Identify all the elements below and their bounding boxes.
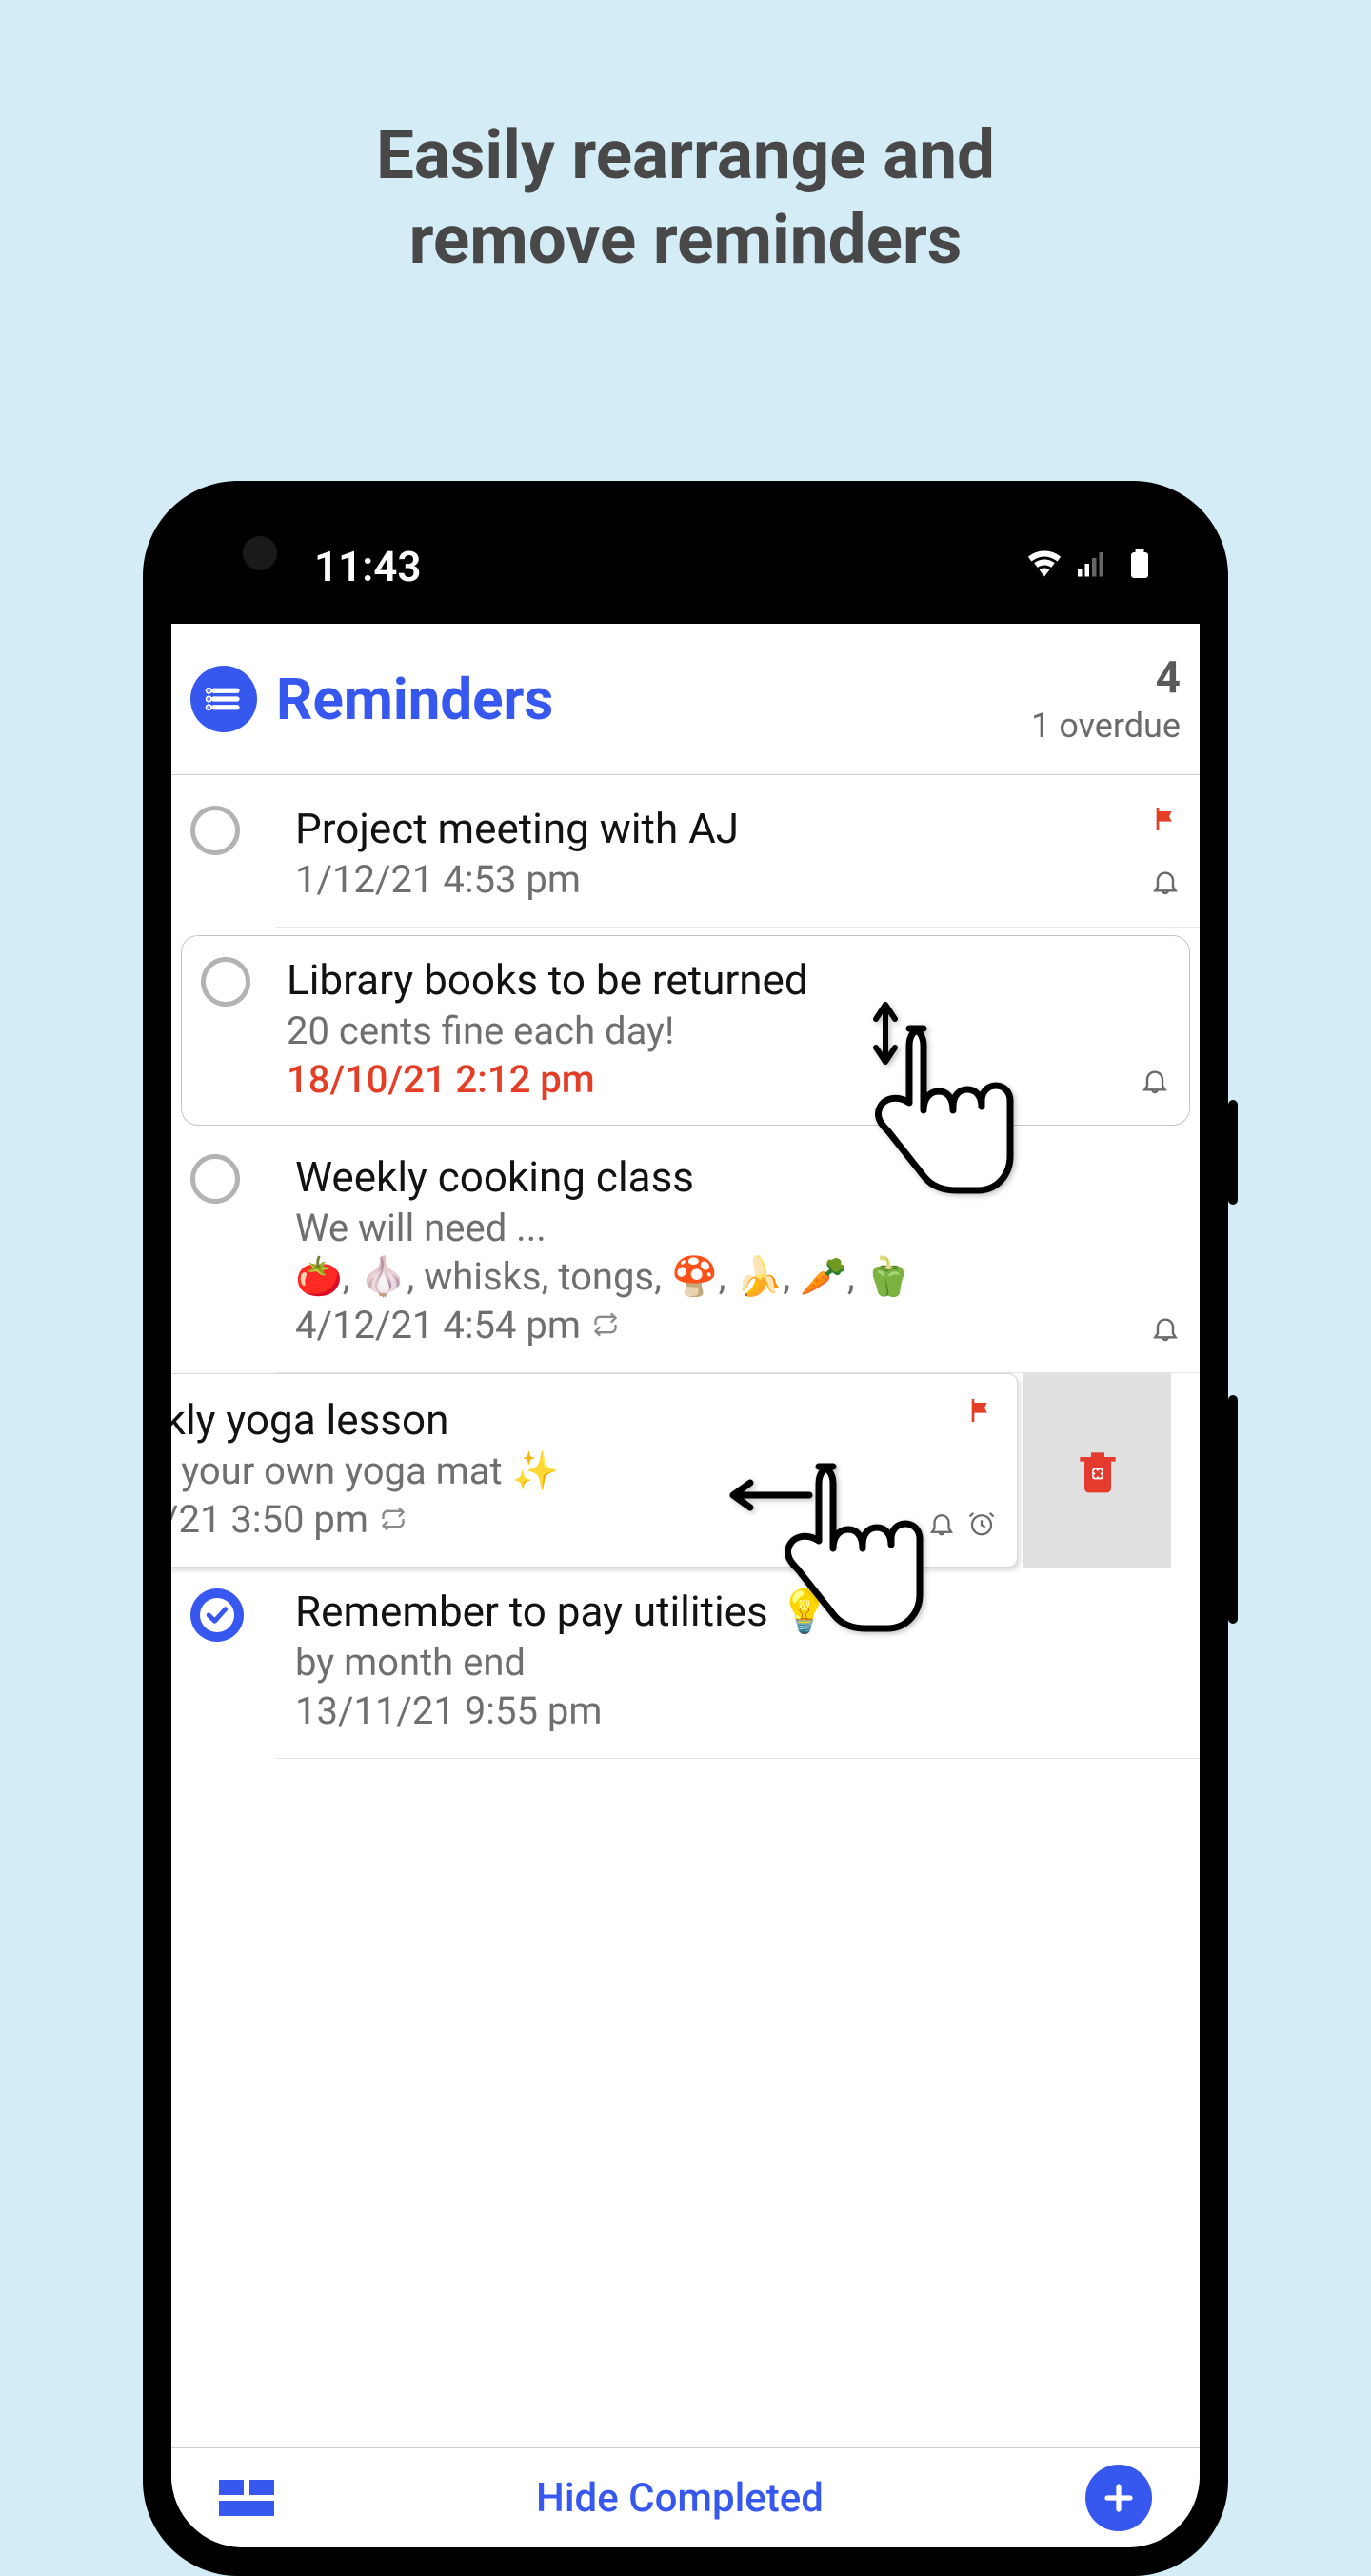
- repeat-icon: [380, 1497, 407, 1542]
- reminder-subtitle: by month end: [295, 1640, 1181, 1685]
- repeat-icon: [592, 1303, 619, 1348]
- reminder-date: 1/12/21 4:53 pm: [295, 857, 1181, 902]
- reminder-title: Project meeting with AJ: [295, 804, 1181, 853]
- phone-camera: [243, 536, 277, 570]
- bell-icon: [1150, 1313, 1181, 1348]
- reminder-title: Weekly cooking class: [295, 1152, 1181, 1202]
- overdue-count: 1 overdue: [1031, 706, 1181, 746]
- reminder-date: 4/12/21 4:54 pm: [295, 1303, 1181, 1348]
- bell-icon: [927, 1509, 956, 1542]
- add-button[interactable]: [1085, 2465, 1152, 2531]
- reminder-date: 18/10/21 2:12 pm: [287, 1057, 1170, 1102]
- reminder-count: 4: [1031, 652, 1181, 704]
- delete-button[interactable]: [1023, 1373, 1171, 1568]
- reminder-subtitle: We will need ...: [295, 1206, 1181, 1250]
- app-screen: Reminders 4 1 overdue Project meeting wi…: [171, 624, 1200, 2547]
- phone-frame: 11:43 Reminders: [143, 481, 1228, 2576]
- status-icons: [1027, 542, 1157, 591]
- status-time: 11:43: [314, 542, 422, 591]
- checkbox[interactable]: [201, 957, 250, 1007]
- reminder-item-completed[interactable]: Remember to pay utilities 💡 by month end…: [276, 1568, 1200, 1759]
- reminder-item[interactable]: Weekly cooking class We will need ... 🍅,…: [276, 1133, 1200, 1373]
- reminder-date: 12/21 3:50 pm: [171, 1497, 998, 1542]
- promo-line1: Easily rearrange and: [0, 114, 1371, 199]
- reminder-item[interactable]: Project meeting with AJ 1/12/21 4:53 pm: [276, 785, 1200, 928]
- alarm-icon: [967, 1509, 996, 1542]
- battery-icon: [1123, 542, 1157, 591]
- reminder-title: Remember to pay utilities 💡: [295, 1587, 1181, 1636]
- checkbox[interactable]: [190, 806, 240, 855]
- list-icon: [190, 666, 257, 732]
- reminder-subtitle: 20 cents fine each day!: [287, 1008, 1170, 1053]
- phone-side-button: [1228, 1395, 1238, 1624]
- reminder-title: Library books to be returned: [287, 955, 1170, 1005]
- bell-icon: [1150, 867, 1181, 901]
- checkbox[interactable]: [190, 1154, 240, 1204]
- hide-completed-button[interactable]: Hide Completed: [536, 2475, 824, 2522]
- reminder-date: 13/11/21 9:55 pm: [295, 1688, 1181, 1733]
- reminder-subtitle: ing your own yoga mat ✨: [171, 1448, 998, 1493]
- status-bar: 11:43: [171, 509, 1200, 624]
- signal-icon: [1075, 542, 1109, 591]
- reminder-list[interactable]: Project meeting with AJ 1/12/21 4:53 pm: [171, 775, 1200, 1768]
- reminder-title: eekly yoga lesson: [171, 1395, 998, 1445]
- app-title: Reminders: [276, 666, 553, 733]
- wifi-icon: [1027, 542, 1062, 591]
- promo-heading: Easily rearrange and remove reminders: [0, 0, 1371, 284]
- view-toggle-button[interactable]: [219, 2480, 274, 2516]
- flag-icon: [1150, 804, 1181, 838]
- phone-screen-wrapper: 11:43 Reminders: [171, 509, 1200, 2547]
- reminder-ingredients: 🍅, 🧄, whisks, tongs, 🍄, 🍌, 🥕, 🫑: [295, 1254, 1181, 1299]
- flag-icon: [965, 1411, 996, 1429]
- promo-line2: remove reminders: [0, 199, 1371, 284]
- app-header: Reminders 4 1 overdue: [171, 624, 1200, 775]
- bell-icon: [1140, 1066, 1170, 1100]
- reminder-item-dragging[interactable]: Library books to be returned 20 cents fi…: [181, 935, 1190, 1126]
- reminder-item-swiping[interactable]: eekly yoga lesson ing your own yoga mat …: [171, 1373, 1171, 1568]
- phone-side-button: [1228, 1100, 1238, 1205]
- checkbox-checked[interactable]: [190, 1588, 244, 1642]
- bottom-bar: Hide Completed: [171, 2447, 1200, 2547]
